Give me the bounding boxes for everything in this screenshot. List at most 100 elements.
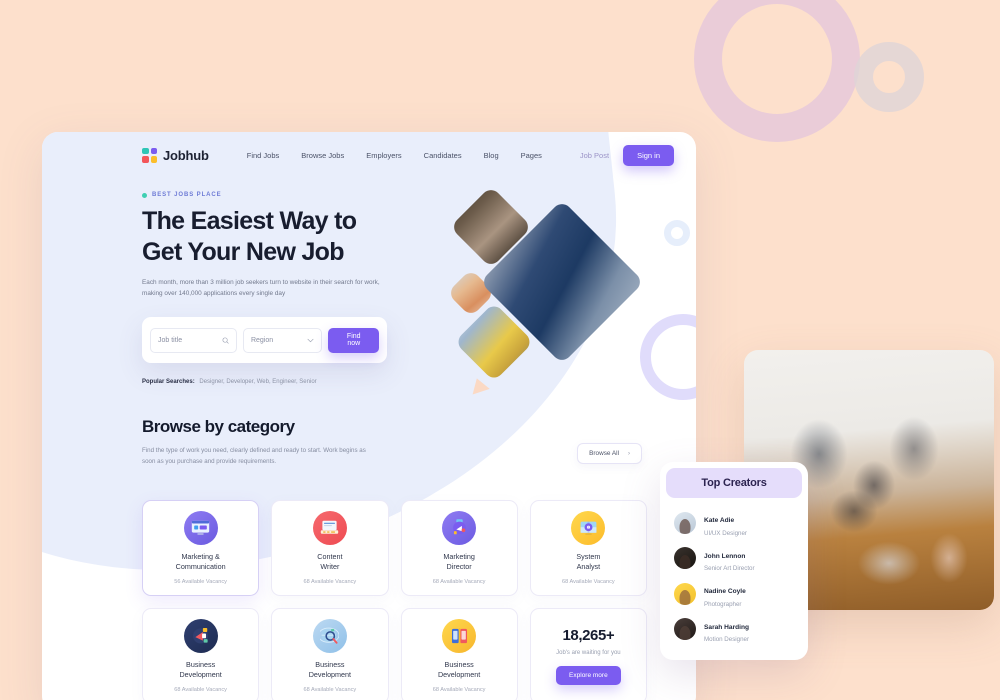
hero-image-collage: [446, 180, 696, 400]
popular-searches-label: Popular Searches:: [142, 379, 195, 386]
brand-logo[interactable]: Jobhub: [142, 147, 209, 163]
search-icon: [222, 337, 229, 344]
sign-in-button[interactable]: Sign in: [623, 144, 674, 166]
browse-subtitle: Find the type of work you need, clearly …: [142, 447, 366, 466]
monitor-chart-icon: [183, 510, 218, 545]
category-title-line1: Business: [186, 659, 216, 669]
creator-role: Motion Designer: [704, 636, 750, 643]
nav-link-browse-jobs[interactable]: Browse Jobs: [301, 151, 344, 160]
top-navigation: Jobhub Find Jobs Browse Jobs Employers C…: [42, 132, 696, 178]
category-card-marketing-director[interactable]: Marketing Director 68 Available Vacancy: [400, 500, 518, 596]
avatar: [674, 547, 696, 570]
job-post-link[interactable]: Job Post: [580, 151, 609, 160]
creator-list: Kate Adie UI/UX Designer John Lennon Sen…: [668, 505, 800, 647]
gear-monitor-icon: [571, 510, 606, 545]
category-title-line2: Communication: [175, 562, 226, 571]
eyebrow-dot-icon: [142, 192, 147, 198]
creator-role: UI/UX Designer: [704, 529, 747, 537]
jobs-waiting-stat-card: 18,265+ Job's are waiting for you Explor…: [529, 608, 647, 700]
creator-name: Kate Adie: [704, 517, 735, 524]
brand-name: Jobhub: [163, 147, 209, 163]
nav-link-blog[interactable]: Blog: [484, 151, 499, 160]
list-item[interactable]: Kate Adie UI/UX Designer: [668, 505, 800, 541]
page-title: The Easiest Way to Get Your New Job: [142, 206, 392, 267]
mobile-devices-icon: [442, 618, 477, 653]
category-title-line2: Director: [446, 562, 472, 571]
category-title-line2: Development: [308, 670, 352, 679]
list-item[interactable]: Nadine Coyle Photographer: [668, 576, 800, 612]
chevron-down-icon: [307, 338, 314, 343]
job-title-input[interactable]: Job title: [150, 327, 237, 353]
category-card-business-development-3[interactable]: Business Development 68 Available Vacanc…: [400, 608, 518, 700]
category-title: Marketing Director: [443, 552, 475, 573]
category-title-line1: Marketing: [443, 551, 475, 561]
find-now-button[interactable]: Find now: [328, 327, 379, 353]
nav-link-pages[interactable]: Pages: [521, 151, 542, 160]
popular-searches: Popular Searches: Designer, Developer, W…: [142, 379, 392, 385]
creator-name: Sarah Harding: [704, 623, 750, 631]
browse-all-label: Browse All: [589, 450, 619, 457]
decorative-ring-blue-icon: [664, 220, 690, 246]
category-title: Marketing & Communication: [176, 552, 226, 573]
creator-name: John Lennon: [704, 552, 746, 560]
landing-page-card: Jobhub Find Jobs Browse Jobs Employers C…: [42, 132, 696, 700]
category-title-line2: Development: [179, 670, 222, 679]
list-item[interactable]: John Lennon Senior Art Director: [668, 541, 800, 577]
browse-all-button[interactable]: Browse All ›: [577, 443, 642, 464]
category-title-line1: Business: [444, 659, 474, 669]
laptop-writing-icon: [312, 510, 347, 545]
category-vacancy-count: 68 Available Vacancy: [303, 687, 357, 694]
hero-eyebrow-label: BEST JOBS PLACE: [152, 192, 222, 198]
category-title: Business Development: [309, 660, 351, 681]
list-item[interactable]: Sarah Harding Motion Designer: [668, 612, 800, 648]
decorative-triangle-icon: [468, 375, 490, 395]
category-vacancy-count: 68 Available Vacancy: [562, 579, 615, 586]
category-title: Business Development: [179, 660, 221, 681]
category-card-grid: Marketing & Communication 56 Available V…: [142, 500, 647, 700]
creator-role: Senior Art Director: [704, 565, 755, 572]
category-card-marketing-communication[interactable]: Marketing & Communication 56 Available V…: [142, 500, 260, 596]
decorative-ring-purple-icon: [640, 314, 696, 400]
category-vacancy-count: 56 Available Vacancy: [174, 579, 227, 586]
browse-title: Browse by category: [142, 417, 295, 436]
category-vacancy-count: 68 Available Vacancy: [432, 579, 486, 586]
decorative-ring-large-icon: [694, 0, 860, 142]
category-vacancy-count: 68 Available Vacancy: [303, 579, 357, 586]
chevron-right-icon: ›: [628, 450, 630, 457]
category-title: System Analyst: [576, 552, 600, 573]
globe-search-icon: [312, 618, 347, 653]
popular-searches-terms[interactable]: Designer, Developer, Web, Engineer, Seni…: [199, 379, 316, 385]
category-card-content-writer[interactable]: Content Writer 68 Available Vacancy: [271, 500, 389, 596]
hero-section: BEST JOBS PLACE The Easiest Way to Get Y…: [142, 192, 392, 385]
category-vacancy-count: 68 Available Vacancy: [174, 687, 227, 694]
nav-actions: Job Post Sign in: [580, 144, 674, 166]
creator-role: Photographer: [704, 600, 742, 608]
region-select[interactable]: Region: [242, 327, 323, 353]
megaphone-growth-icon: [183, 618, 218, 653]
hero-eyebrow: BEST JOBS PLACE: [142, 192, 392, 198]
creator-name: Nadine Coyle: [704, 588, 746, 595]
megaphone-person-icon: [442, 510, 477, 545]
category-title-line1: Content: [317, 551, 343, 561]
jobs-count: 18,265+: [562, 627, 615, 644]
category-title-line2: Writer: [320, 562, 340, 571]
explore-more-button[interactable]: Explore more: [556, 666, 621, 685]
category-title-line2: Development: [437, 670, 481, 679]
category-card-system-analyst[interactable]: System Analyst 68 Available Vacancy: [529, 500, 647, 596]
category-title-line1: Marketing &: [181, 551, 220, 561]
nav-link-employers[interactable]: Employers: [366, 151, 401, 160]
category-card-business-development-2[interactable]: Business Development 68 Available Vacanc…: [271, 608, 389, 700]
job-title-placeholder: Job title: [158, 336, 183, 344]
avatar: [674, 618, 696, 641]
category-title-line1: System: [576, 551, 601, 561]
hero-subtitle: Each month, more than 3 million job seek…: [142, 279, 380, 298]
logo-grid-icon: [142, 147, 157, 163]
category-title-line2: Analyst: [576, 562, 601, 571]
category-card-business-development-1[interactable]: Business Development 68 Available Vacanc…: [142, 608, 260, 700]
hero-title-line2: Get Your New Job: [142, 237, 345, 266]
nav-link-find-jobs[interactable]: Find Jobs: [247, 151, 280, 160]
nav-link-candidates[interactable]: Candidates: [424, 151, 462, 160]
category-title: Business Development: [438, 660, 480, 681]
nav-links: Find Jobs Browse Jobs Employers Candidat…: [247, 151, 542, 160]
browse-category-section: Browse by category Find the type of work…: [142, 417, 642, 467]
